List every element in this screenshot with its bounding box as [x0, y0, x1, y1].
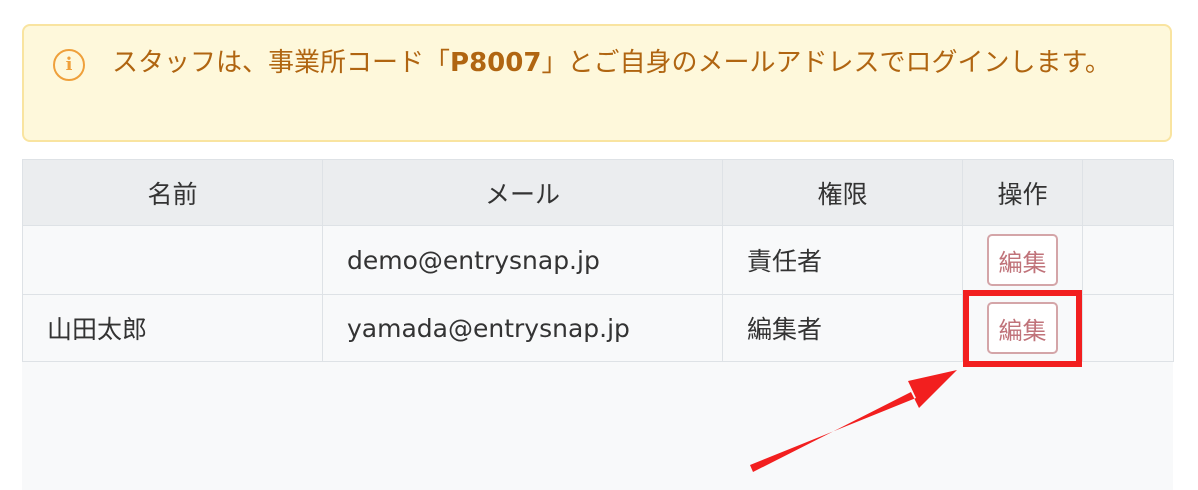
edit-button-row-2[interactable]: 編集 — [987, 302, 1058, 354]
row-1-role: 責任者 — [723, 226, 963, 295]
staff-table-area: 名前 メール 権限 操作 demo@entrysnap.jp 責任者 編集 山田… — [22, 159, 1174, 490]
row-1-actions: 編集 — [963, 226, 1083, 295]
header-actions: 操作 — [963, 160, 1083, 226]
notice-text-before: スタッフは、事業所コード「 — [112, 48, 451, 78]
row-2-blank — [1083, 295, 1174, 362]
row-2-actions: 編集 — [963, 295, 1083, 362]
login-notice-alert: i スタッフは、事業所コード「P8007」とご自身のメールアドレスでログインしま… — [22, 24, 1172, 142]
edit-button-row-1[interactable]: 編集 — [987, 234, 1058, 286]
row-2-name: 山田太郎 — [23, 295, 323, 362]
row-1-email: demo@entrysnap.jp — [323, 226, 723, 295]
staff-page: i スタッフは、事業所コード「P8007」とご自身のメールアドレスでログインしま… — [0, 0, 1198, 490]
header-blank — [1083, 160, 1174, 226]
header-name: 名前 — [23, 160, 323, 226]
notice-text-after: 」とご自身のメールアドレスでログインします。 — [541, 48, 1111, 78]
row-1-name — [23, 226, 323, 295]
info-icon: i — [53, 49, 85, 81]
login-notice-text: スタッフは、事業所コード「P8007」とご自身のメールアドレスでログインします。 — [112, 40, 1142, 86]
row-1-blank — [1083, 226, 1174, 295]
header-email: メール — [323, 160, 723, 226]
staff-table: 名前 メール 権限 操作 demo@entrysnap.jp 責任者 編集 山田… — [22, 159, 1174, 362]
office-code: P8007 — [450, 48, 542, 78]
header-role: 権限 — [723, 160, 963, 226]
row-2-email: yamada@entrysnap.jp — [323, 295, 723, 362]
row-2-role: 編集者 — [723, 295, 963, 362]
